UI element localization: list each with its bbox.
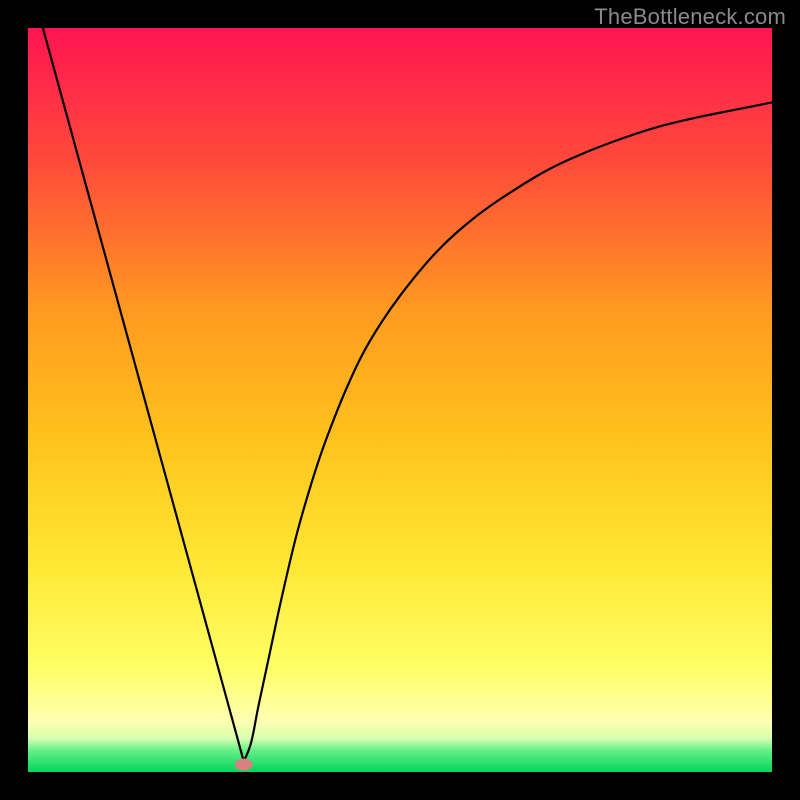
plot-area: [28, 28, 772, 772]
watermark-text: TheBottleneck.com: [594, 4, 786, 30]
chart-frame: TheBottleneck.com: [0, 0, 800, 800]
chart-svg: [28, 28, 772, 772]
marker-layer: [235, 759, 253, 771]
gradient-background: [28, 28, 772, 772]
minimum-marker: [235, 759, 253, 771]
